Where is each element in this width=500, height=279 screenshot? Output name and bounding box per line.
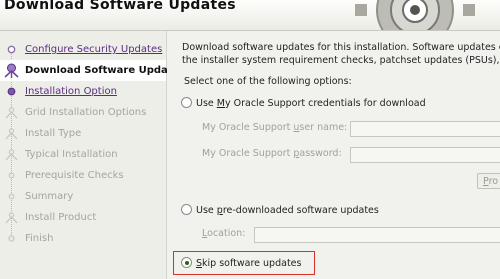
mos-username-field[interactable]: [350, 121, 500, 137]
location-field[interactable]: [254, 227, 500, 243]
option-label: Use pre-downloaded software updates: [196, 205, 379, 216]
step-pending-icon: [5, 149, 18, 161]
mos-username-label: My Oracle Support user name:: [202, 122, 348, 133]
page-title: Download Software Updates: [4, 0, 236, 13]
step-label: Install Product: [25, 212, 97, 223]
step-finish: Finish: [0, 228, 166, 249]
step-grid-installation-options: Grid Installation Options: [0, 102, 166, 123]
step-label: Finish: [25, 233, 54, 244]
step-configure-security-updates[interactable]: Configure Security Updates: [0, 39, 166, 60]
mos-password-field[interactable]: [350, 147, 500, 163]
radio-button[interactable]: [181, 204, 192, 215]
step-pending-icon: [8, 172, 15, 179]
step-pending-icon: [5, 107, 18, 119]
step-prerequisite-checks: Prerequisite Checks: [0, 165, 166, 186]
step-pending-icon: [5, 128, 18, 140]
step-label: Prerequisite Checks: [25, 170, 124, 181]
step-pending-icon: [5, 212, 18, 224]
options-prompt: Select one of the following options:: [184, 76, 352, 87]
step-label: Summary: [25, 191, 74, 202]
step-install-type: Install Type: [0, 123, 166, 144]
step-label: Download Software Updates: [25, 65, 186, 76]
step-label: Grid Installation Options: [25, 107, 147, 118]
gear-icon: [355, 0, 475, 30]
radio-use-mos-credentials[interactable]: Use My Oracle Support credentials for do…: [181, 97, 426, 111]
title-bar: Download Software Updates: [0, 0, 500, 31]
step-installation-option[interactable]: Installation Option: [0, 81, 166, 102]
description-text: Download software updates for this insta…: [182, 41, 500, 67]
location-label: Location:: [202, 228, 246, 239]
description-line: the installer system requirement checks,…: [182, 55, 500, 66]
step-pending-icon: [8, 193, 15, 200]
step-install-product: Install Product: [0, 207, 166, 228]
step-label: Configure Security Updates: [25, 44, 163, 55]
step-next-icon: [7, 87, 16, 96]
option-label: Use My Oracle Support credentials for do…: [196, 98, 426, 109]
radio-button-selected[interactable]: [181, 257, 192, 268]
step-done-icon: [7, 45, 16, 54]
step-download-software-updates[interactable]: Download Software Updates: [0, 60, 185, 81]
radio-button[interactable]: [181, 97, 192, 108]
step-typical-installation: Typical Installation: [0, 144, 166, 165]
current-step-icon: [4, 63, 19, 78]
radio-use-predownloaded-updates[interactable]: Use pre-downloaded software updates: [181, 204, 379, 218]
wizard-steps-sidebar: Configure Security Updates Download Soft…: [0, 31, 185, 279]
radio-skip-software-updates[interactable]: Skip software updates: [181, 257, 301, 271]
content-panel: Download software updates for this insta…: [167, 31, 500, 279]
step-label: Typical Installation: [25, 149, 118, 160]
step-pending-icon: [8, 235, 15, 242]
description-line: Download software updates for this insta…: [182, 42, 500, 53]
mos-password-label: My Oracle Support password:: [202, 148, 342, 159]
step-summary: Summary: [0, 186, 166, 207]
option-label: Skip software updates: [196, 258, 302, 269]
step-label: Installation Option: [25, 86, 117, 97]
proxy-settings-button[interactable]: Pro: [477, 173, 500, 189]
step-label: Install Type: [25, 128, 82, 139]
